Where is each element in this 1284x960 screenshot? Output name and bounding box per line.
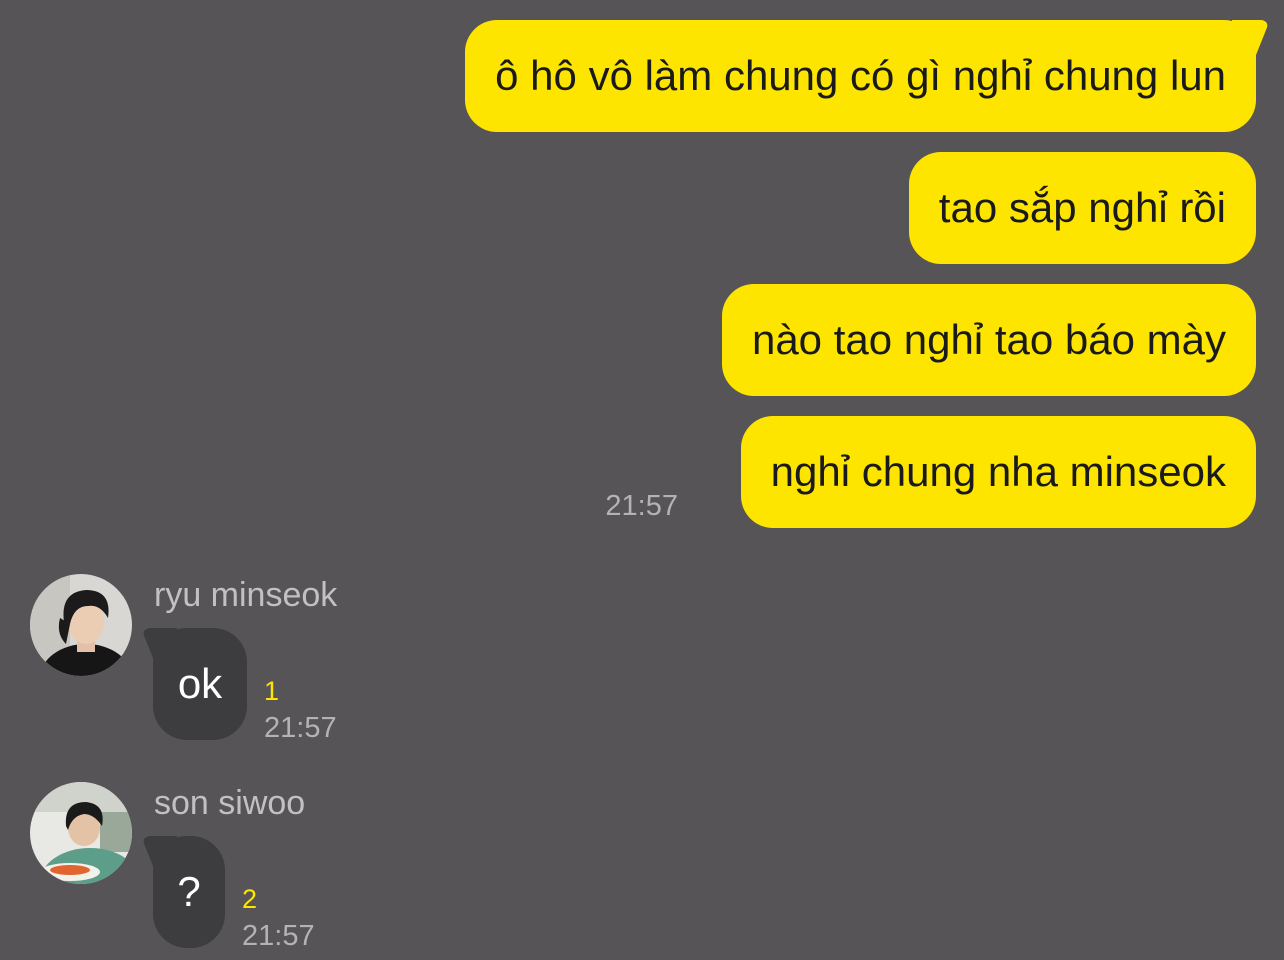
profile-photo-icon <box>30 782 132 884</box>
profile-photo-icon <box>30 574 132 676</box>
message-text: ok <box>177 660 223 707</box>
message-text: tao sắp nghỉ rồi <box>938 184 1226 231</box>
sender-name: son siwoo <box>154 784 306 822</box>
incoming-message[interactable]: ? <box>143 836 225 948</box>
bubble-tail-icon <box>143 836 177 876</box>
avatar[interactable] <box>30 782 132 884</box>
message-text: ô hô vô làm chung có gì nghỉ chung lun <box>495 52 1226 99</box>
message-timestamp: 21:57 <box>605 490 678 522</box>
message-text: nào tao nghỉ tao báo mày <box>751 316 1226 363</box>
sender-name: ryu minseok <box>154 576 338 614</box>
bubble-tail-icon <box>143 628 177 668</box>
message-text: nghỉ chung nha minseok <box>770 448 1226 495</box>
message-timestamp: 21:57 <box>264 712 337 744</box>
outgoing-message[interactable]: nghỉ chung nha minseok <box>740 416 1256 528</box>
outgoing-message[interactable]: ô hô vô làm chung có gì nghỉ chung lun <box>465 20 1268 132</box>
unread-count: 1 <box>264 676 280 706</box>
message-timestamp: 21:57 <box>242 920 315 952</box>
unread-count: 2 <box>242 884 258 914</box>
message-text: ? <box>177 868 201 915</box>
outgoing-message[interactable]: tao sắp nghỉ rồi <box>908 152 1256 264</box>
incoming-message[interactable]: ok <box>143 628 247 740</box>
bubble-tail-icon <box>1232 20 1268 60</box>
outgoing-message[interactable]: nào tao nghỉ tao báo mày <box>721 284 1256 396</box>
avatar[interactable] <box>30 574 132 676</box>
